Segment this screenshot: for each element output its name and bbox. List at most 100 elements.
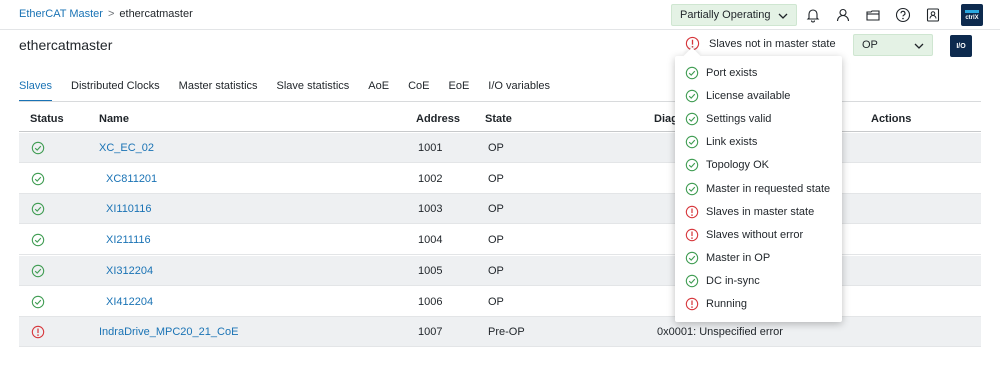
check-circle-icon (685, 89, 699, 103)
checklist-item: Link exists (685, 134, 757, 150)
checklist-item-label: Settings valid (706, 113, 772, 126)
check-circle-icon (31, 264, 45, 278)
status-indicator (31, 325, 45, 339)
check-circle-icon (31, 141, 45, 155)
column-header-actions: Actions (871, 113, 912, 125)
slave-address: 1003 (418, 203, 443, 216)
checklist-item: Running (685, 296, 747, 312)
column-header-name[interactable]: Name (99, 113, 129, 125)
status-indicator (31, 172, 45, 186)
master-state-checklist-popup: Port exists License available Settings val… (675, 47, 842, 322)
checklist-item-label: DC in-sync (706, 274, 760, 287)
error-circle-icon (685, 297, 699, 311)
tab-eoe[interactable]: EoE (448, 80, 469, 102)
master-state-warning[interactable]: Slaves not in master state (685, 36, 836, 51)
column-header-address[interactable]: Address (416, 113, 460, 125)
check-circle-icon (685, 274, 699, 288)
slave-name-link[interactable]: XC811201 (106, 173, 157, 185)
help-icon[interactable] (893, 5, 913, 25)
checklist-item: Slaves in master state (685, 204, 814, 220)
slave-address: 1001 (418, 142, 443, 154)
chevron-down-icon (778, 13, 788, 19)
check-circle-icon (685, 136, 699, 149)
column-header-state[interactable]: State (485, 113, 512, 125)
tab-i-o-variables[interactable]: I/O variables (488, 80, 550, 102)
slave-name-link[interactable]: XI412204 (106, 296, 153, 308)
status-indicator (31, 233, 45, 247)
slave-state: OP (488, 264, 504, 277)
tab-bar: Slaves Distributed Clocks Master statistic… (19, 80, 569, 102)
breadcrumb-parent-link[interactable]: EtherCAT Master (19, 8, 103, 20)
checklist-item-label: Slaves in master state (706, 205, 815, 218)
page-title: ethercatmaster (19, 37, 113, 53)
check-circle-icon (31, 233, 45, 247)
slave-name-link[interactable]: XI211116 (106, 234, 151, 246)
status-indicator (31, 264, 45, 278)
checklist-item: Master in OP (685, 250, 770, 266)
status-indicator (31, 295, 45, 309)
chevron-down-icon (914, 43, 924, 49)
slave-state: OP (488, 203, 504, 216)
check-circle-icon (31, 172, 45, 185)
folder-icon[interactable] (863, 5, 883, 25)
tab-distributed-clocks[interactable]: Distributed Clocks (71, 80, 160, 102)
slave-name-link[interactable]: IndraDrive_MPC20_21_CoE (99, 326, 238, 338)
error-circle-icon (31, 325, 45, 339)
checklist-item-label: License available (706, 90, 791, 103)
checklist-item-label: Port exists (706, 67, 758, 79)
slave-name-link[interactable]: XC_EC_02 (99, 142, 154, 154)
check-circle-icon (685, 182, 699, 195)
slave-name-link[interactable]: XI110116 (106, 203, 151, 215)
check-circle-icon (31, 295, 45, 308)
bell-icon[interactable] (803, 5, 823, 25)
top-bar: EtherCAT Master > ethercatmaster Partial… (0, 0, 1000, 30)
tab-slaves[interactable]: Slaves (19, 80, 53, 102)
breadcrumb: EtherCAT Master > ethercatmaster (19, 8, 193, 20)
system-status-select[interactable]: Partially Operating (671, 4, 797, 26)
column-header-status[interactable]: Status (30, 113, 64, 125)
checklist-item-label: Slaves without error (706, 228, 804, 241)
checklist-item-label: Topology OK (706, 159, 769, 172)
tab-aoe[interactable]: AoE (368, 80, 389, 102)
status-indicator (31, 202, 45, 216)
checklist-item: Topology OK (685, 157, 769, 173)
slave-state: OP (488, 234, 504, 247)
status-indicator (31, 141, 45, 155)
slave-address: 1005 (418, 264, 443, 277)
master-state-value: OP (862, 39, 878, 51)
slave-state: Pre-OP (488, 326, 525, 339)
check-circle-icon (685, 112, 699, 126)
error-circle-icon (685, 205, 699, 218)
check-circle-icon (685, 159, 699, 172)
check-circle-icon (685, 251, 699, 265)
system-status-label: Partially Operating (680, 9, 771, 21)
ctrlx-logo: ctrlX (961, 4, 983, 26)
slave-address: 1004 (418, 234, 443, 247)
error-circle-icon (685, 228, 699, 241)
slave-diag: 0x0001: Unspecified error (657, 326, 783, 339)
address-book-icon[interactable] (923, 5, 943, 25)
breadcrumb-separator: > (107, 8, 115, 20)
io-app-logo: I/O (950, 35, 972, 57)
slave-state: OP (488, 172, 504, 185)
tab-coe[interactable]: CoE (408, 80, 429, 102)
check-circle-icon (685, 66, 699, 80)
checklist-item-label: Master in requested state (706, 182, 831, 195)
checklist-item-label: Link exists (706, 136, 758, 149)
checklist-item-label: Master in OP (706, 251, 771, 264)
slave-state: OP (488, 142, 504, 154)
checklist-item: Master in requested state (685, 181, 830, 197)
checklist-item: License available (685, 88, 790, 104)
checklist-item-label: Running (706, 298, 747, 310)
master-state-warning-label: Slaves not in master state (709, 37, 836, 50)
master-state-select[interactable]: OP (853, 34, 933, 56)
user-icon[interactable] (833, 5, 853, 25)
tab-slave-statistics[interactable]: Slave statistics (277, 80, 350, 102)
slave-address: 1002 (418, 172, 443, 185)
slave-name-link[interactable]: XI312204 (106, 265, 153, 277)
slave-address: 1007 (418, 326, 443, 339)
tab-master-statistics[interactable]: Master statistics (179, 80, 258, 102)
checklist-item: Port exists (685, 65, 757, 81)
slave-state: OP (488, 295, 504, 308)
slave-address: 1006 (418, 295, 443, 308)
